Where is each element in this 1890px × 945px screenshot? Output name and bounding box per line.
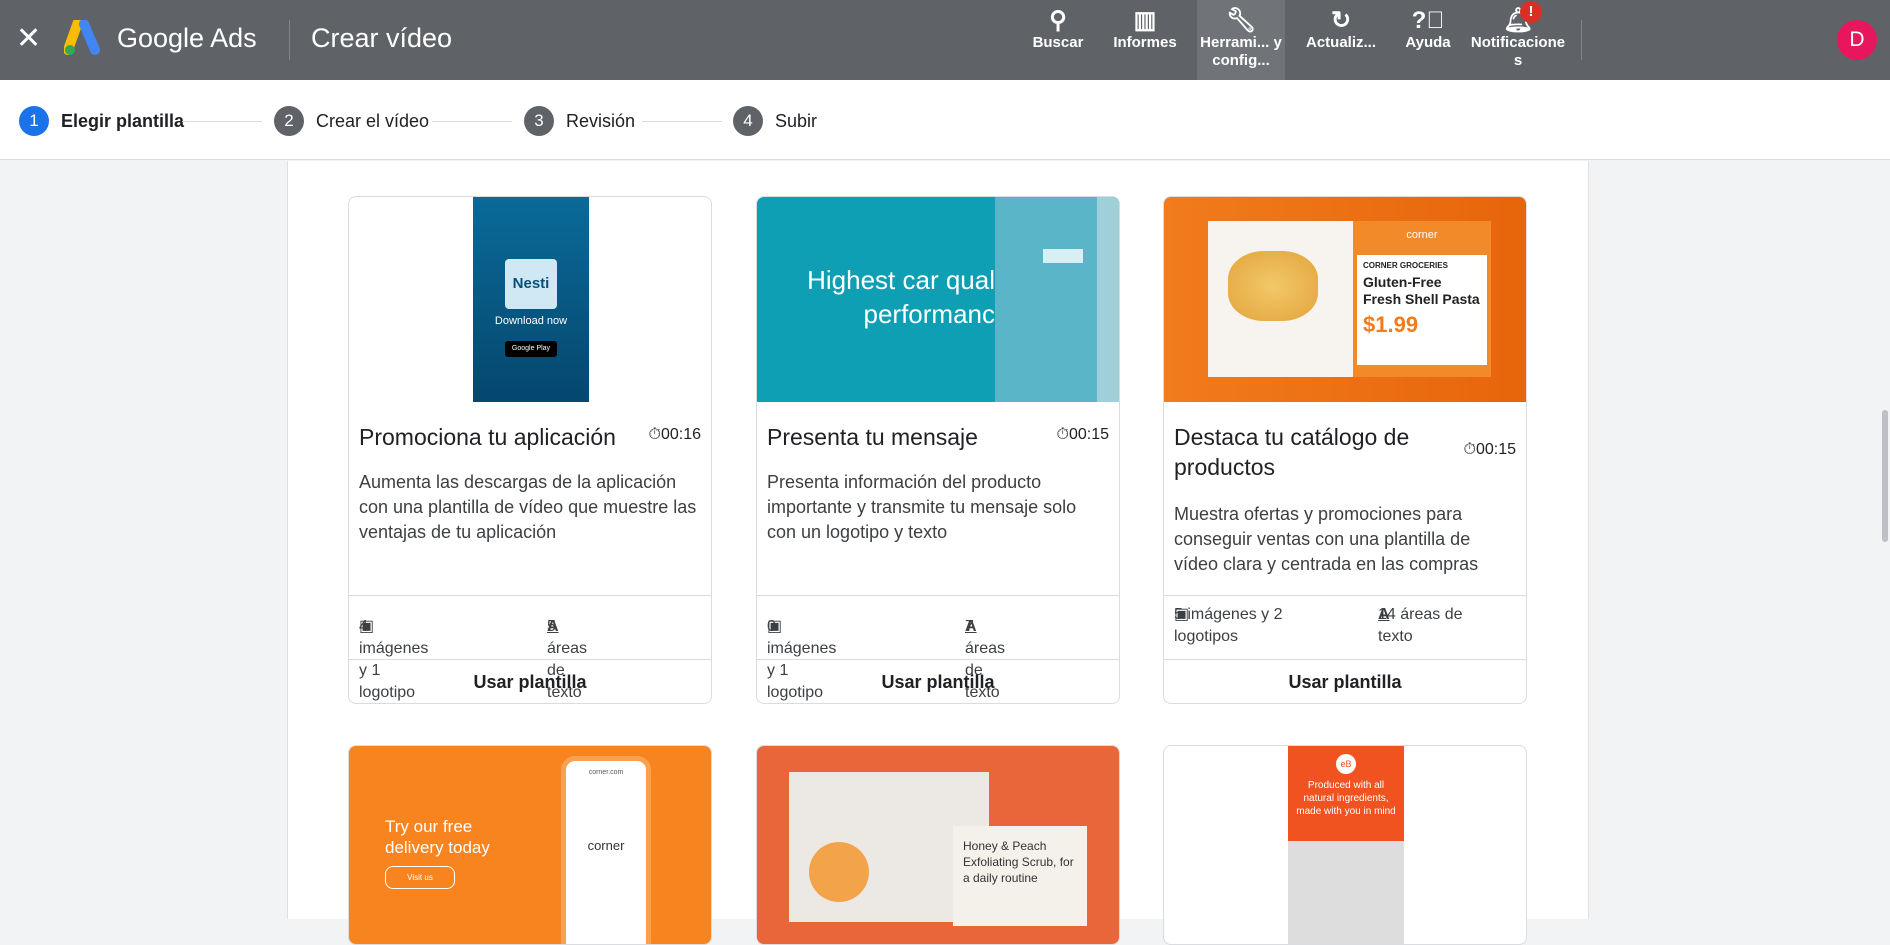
- avatar[interactable]: D: [1837, 20, 1877, 60]
- divider: [1581, 20, 1582, 60]
- template-card[interactable]: eB Produced with all natural ingredients…: [1163, 745, 1527, 945]
- search-icon: ⚲: [1049, 7, 1067, 34]
- timer-icon: ⏱: [648, 426, 661, 443]
- help-icon: ?⃝: [1411, 7, 1445, 34]
- step-upload[interactable]: 4 Subir: [733, 106, 817, 136]
- template-card[interactable]: Honey & Peach Exfoliating Scrub, for a d…: [756, 745, 1120, 945]
- stepper: 1 Elegir plantilla 2 Crear el vídeo 3 Revis…: [0, 80, 1890, 160]
- use-template-button[interactable]: Usar plantilla: [1164, 659, 1526, 703]
- template-preview: Nesti Download now Google Play: [349, 197, 711, 402]
- template-preview: eB Produced with all natural ingredients…: [1164, 746, 1526, 944]
- google-ads-logo: [64, 20, 100, 55]
- search-button[interactable]: ⚲ Buscar: [1014, 0, 1102, 80]
- notifications-button[interactable]: 🔔︎ Notificaciones: [1470, 0, 1566, 80]
- timer-icon: ⏱: [1463, 441, 1476, 458]
- wrench-icon: 🔧︎: [1225, 7, 1257, 34]
- step-review[interactable]: 3 Revisión: [524, 106, 635, 136]
- use-template-button[interactable]: Usar plantilla: [757, 659, 1119, 703]
- divider: [289, 20, 290, 60]
- template-preview: corner CORNER GROCERIES Gluten-Free Fres…: [1164, 197, 1526, 402]
- top-bar: ✕ Google Ads Crear vídeo ⚲ Buscar ▥ Inform…: [0, 0, 1890, 80]
- timer-icon: ⏱: [1056, 426, 1069, 443]
- refresh-icon: ↻: [1330, 7, 1352, 34]
- template-preview: Try our free delivery today Visit us corne…: [349, 746, 711, 944]
- help-button[interactable]: ?⃝ Ayuda: [1384, 0, 1472, 80]
- template-card[interactable]: corner CORNER GROCERIES Gluten-Free Fres…: [1163, 196, 1527, 704]
- template-card[interactable]: Try our free delivery today Visit us corne…: [348, 745, 712, 945]
- tools-button[interactable]: 🔧︎ Herrami... y config...: [1197, 0, 1285, 80]
- reports-button[interactable]: ▥ Informes: [1101, 0, 1189, 80]
- product-name: Google Ads: [117, 23, 257, 53]
- step-choose-template[interactable]: 1 Elegir plantilla: [19, 106, 184, 136]
- step-create-video[interactable]: 2 Crear el vídeo: [274, 106, 429, 136]
- page-title: Crear vídeo: [311, 23, 453, 53]
- step-connector: [642, 121, 722, 122]
- notification-badge: !: [1520, 1, 1542, 23]
- use-template-button[interactable]: Usar plantilla: [349, 659, 711, 703]
- scrollbar[interactable]: [1882, 410, 1888, 542]
- template-card[interactable]: Nesti Download now Google Play Promocion…: [348, 196, 712, 704]
- reports-icon: ▥: [1133, 7, 1157, 34]
- refresh-button[interactable]: ↻ Actualiz...: [1297, 0, 1385, 80]
- step-connector: [182, 121, 262, 122]
- template-preview: Honey & Peach Exfoliating Scrub, for a d…: [757, 746, 1119, 944]
- bell-icon: 🔔︎: [1502, 7, 1534, 34]
- close-icon[interactable]: ✕: [16, 22, 41, 56]
- template-card[interactable]: Highest car qual performanc Presenta tu m…: [756, 196, 1120, 704]
- template-preview: Highest car qual performanc: [757, 197, 1119, 402]
- step-connector: [432, 121, 512, 122]
